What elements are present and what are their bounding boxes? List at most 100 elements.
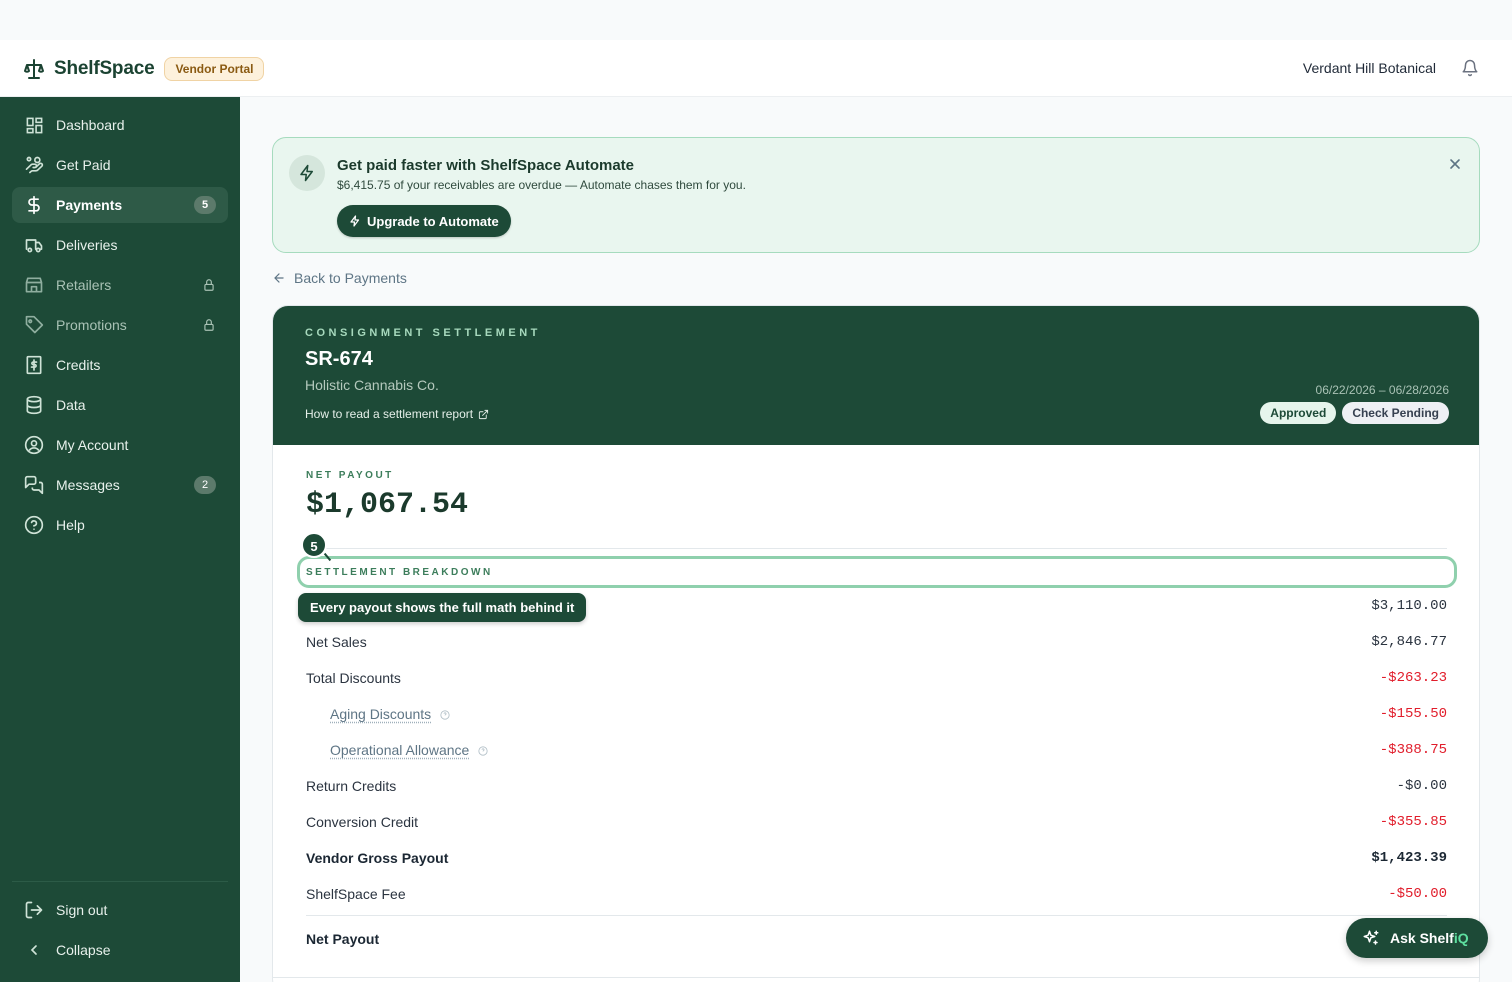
log-out-icon bbox=[24, 900, 44, 920]
database-icon bbox=[24, 395, 44, 415]
sidebar-nav: Dashboard Get Paid Payments 5 Deliveries… bbox=[12, 107, 228, 547]
brand[interactable]: ShelfSpace Vendor Portal bbox=[24, 57, 265, 81]
info-icon[interactable] bbox=[440, 710, 450, 720]
top-bar: ShelfSpace Vendor Portal Verdant Hill Bo… bbox=[0, 40, 1512, 97]
breakdown-row-conversion-credit: Conversion Credit -$355.85 bbox=[306, 812, 1447, 832]
sidebar-item-label: Messages bbox=[56, 477, 120, 493]
chat-icon bbox=[24, 475, 44, 495]
breakdown-row-return-credits: Return Credits -$0.00 bbox=[306, 776, 1447, 796]
row-label-wrap: Operational Allowance bbox=[306, 742, 488, 758]
settlement-id: SR-674 bbox=[305, 348, 373, 370]
settlement-kicker: CONSIGNMENT SETTLEMENT bbox=[305, 327, 541, 339]
sidebar-item-promotions[interactable]: Promotions bbox=[12, 307, 228, 343]
ask-shelfiq-button[interactable]: Ask Shelf iQ bbox=[1346, 918, 1488, 958]
row-value: $3,110.00 bbox=[1371, 598, 1447, 614]
row-value: $1,423.39 bbox=[1371, 850, 1447, 866]
how-to-read-link[interactable]: How to read a settlement report bbox=[305, 407, 489, 421]
promo-subtitle: $6,415.75 of your receivables are overdu… bbox=[337, 178, 746, 192]
row-label: ShelfSpace Fee bbox=[306, 886, 406, 902]
messages-count-badge: 2 bbox=[194, 476, 216, 494]
sidebar-item-dashboard[interactable]: Dashboard bbox=[12, 107, 228, 143]
breakdown-row-net-sales: Net Sales $2,846.77 bbox=[306, 632, 1447, 652]
sidebar-item-data[interactable]: Data bbox=[12, 387, 228, 423]
row-label: Return Credits bbox=[306, 778, 397, 794]
tour-step-marker[interactable]: 5 bbox=[301, 532, 327, 558]
promo-title: Get paid faster with ShelfSpace Automate bbox=[337, 157, 635, 174]
sidebar-item-deliveries[interactable]: Deliveries bbox=[12, 227, 228, 263]
breakdown-row-net-payout: Net Payout bbox=[306, 929, 1447, 949]
approved-status-badge: Approved bbox=[1260, 402, 1337, 424]
sidebar-item-my-account[interactable]: My Account bbox=[12, 427, 228, 463]
row-label: Total Discounts bbox=[306, 670, 401, 686]
fab-label: Ask Shelf bbox=[1390, 930, 1454, 946]
row-value: -$155.50 bbox=[1379, 706, 1447, 722]
user-circle-icon bbox=[24, 435, 44, 455]
sidebar-item-label: Promotions bbox=[56, 317, 127, 333]
portal-badge: Vendor Portal bbox=[164, 57, 265, 81]
sidebar-item-label: Deliveries bbox=[56, 237, 118, 253]
row-value: -$355.85 bbox=[1379, 814, 1447, 830]
sidebar-item-messages[interactable]: Messages 2 bbox=[12, 467, 228, 503]
upgrade-automate-button[interactable]: Upgrade to Automate bbox=[337, 205, 511, 237]
tour-tooltip: Every payout shows the full math behind … bbox=[298, 593, 587, 622]
sidebar-item-get-paid[interactable]: Get Paid bbox=[12, 147, 228, 183]
net-payout-value: $1,067.54 bbox=[306, 488, 469, 522]
sign-out-button[interactable]: Sign out bbox=[12, 892, 228, 928]
brand-name: ShelfSpace bbox=[54, 58, 155, 79]
external-link-icon bbox=[479, 409, 489, 419]
arrow-left-icon bbox=[274, 273, 284, 283]
info-icon[interactable] bbox=[478, 746, 488, 756]
row-value: -$0.00 bbox=[1396, 778, 1447, 794]
sidebar-item-label: Dashboard bbox=[56, 117, 125, 133]
status-pills: Approved Check Pending bbox=[1254, 402, 1449, 424]
sidebar-item-label: Help bbox=[56, 517, 85, 533]
truck-icon bbox=[24, 235, 44, 255]
tag-icon bbox=[24, 315, 44, 335]
back-to-payments-link[interactable]: Back to Payments bbox=[272, 270, 407, 286]
dollar-icon bbox=[24, 195, 44, 215]
collapse-sidebar-button[interactable]: Collapse bbox=[12, 932, 228, 968]
sidebar-item-retailers[interactable]: Retailers bbox=[12, 267, 228, 303]
bolt-icon bbox=[350, 215, 360, 227]
sidebar-item-credits[interactable]: Credits bbox=[12, 347, 228, 383]
sidebar-footer: Sign out Collapse bbox=[12, 881, 228, 972]
breakdown-row-shelfspace-fee: ShelfSpace Fee -$50.00 bbox=[306, 884, 1447, 904]
divider bbox=[306, 915, 1447, 916]
check-pending-status-badge: Check Pending bbox=[1342, 402, 1449, 424]
fab-label-accent: iQ bbox=[1453, 930, 1469, 946]
row-value: $2,846.77 bbox=[1371, 634, 1447, 650]
store-icon bbox=[24, 275, 44, 295]
breakdown-row-aging-discounts: Aging Discounts -$155.50 bbox=[306, 704, 1447, 724]
row-label: Net Sales bbox=[306, 634, 367, 650]
help-circle-icon bbox=[24, 515, 44, 535]
retailer-name: Holistic Cannabis Co. bbox=[305, 377, 439, 393]
row-label: Vendor Gross Payout bbox=[306, 850, 449, 866]
settlement-card: CONSIGNMENT SETTLEMENT SR-674 Holistic C… bbox=[272, 305, 1480, 982]
breakdown-row-vendor-gross-payout: Vendor Gross Payout $1,423.39 bbox=[306, 848, 1447, 868]
sidebar-item-help[interactable]: Help bbox=[12, 507, 228, 543]
settlement-date-range: 06/22/2026 – 06/28/2026 bbox=[1315, 383, 1449, 397]
sparkles-icon bbox=[1363, 930, 1379, 945]
bolt-icon bbox=[289, 155, 325, 191]
row-value: -$263.23 bbox=[1379, 670, 1447, 686]
row-label: Conversion Credit bbox=[306, 814, 419, 830]
sidebar-item-payments[interactable]: Payments 5 bbox=[12, 187, 228, 223]
row-label-wrap: Aging Discounts bbox=[306, 706, 450, 722]
upgrade-button-label: Upgrade to Automate bbox=[367, 213, 499, 229]
lock-icon bbox=[204, 319, 214, 331]
row-label: Net Payout bbox=[306, 931, 380, 947]
operational-allowance-link[interactable]: Operational Allowance bbox=[306, 742, 469, 758]
close-icon[interactable] bbox=[1449, 158, 1461, 170]
chevron-left-icon bbox=[24, 940, 44, 960]
payments-count-badge: 5 bbox=[194, 196, 216, 214]
scale-logo-icon bbox=[24, 59, 44, 79]
breakdown-row-total-discounts: Total Discounts -$263.23 bbox=[306, 668, 1447, 688]
bell-icon[interactable] bbox=[1461, 59, 1479, 77]
back-link-label: Back to Payments bbox=[294, 270, 407, 286]
sidebar-item-label: My Account bbox=[56, 437, 129, 453]
aging-discounts-link[interactable]: Aging Discounts bbox=[306, 706, 431, 722]
sidebar-item-label: Get Paid bbox=[56, 157, 111, 173]
divider bbox=[306, 548, 1447, 549]
net-payout-label: NET PAYOUT bbox=[306, 470, 394, 481]
account-name[interactable]: Verdant Hill Botanical bbox=[1303, 60, 1436, 76]
